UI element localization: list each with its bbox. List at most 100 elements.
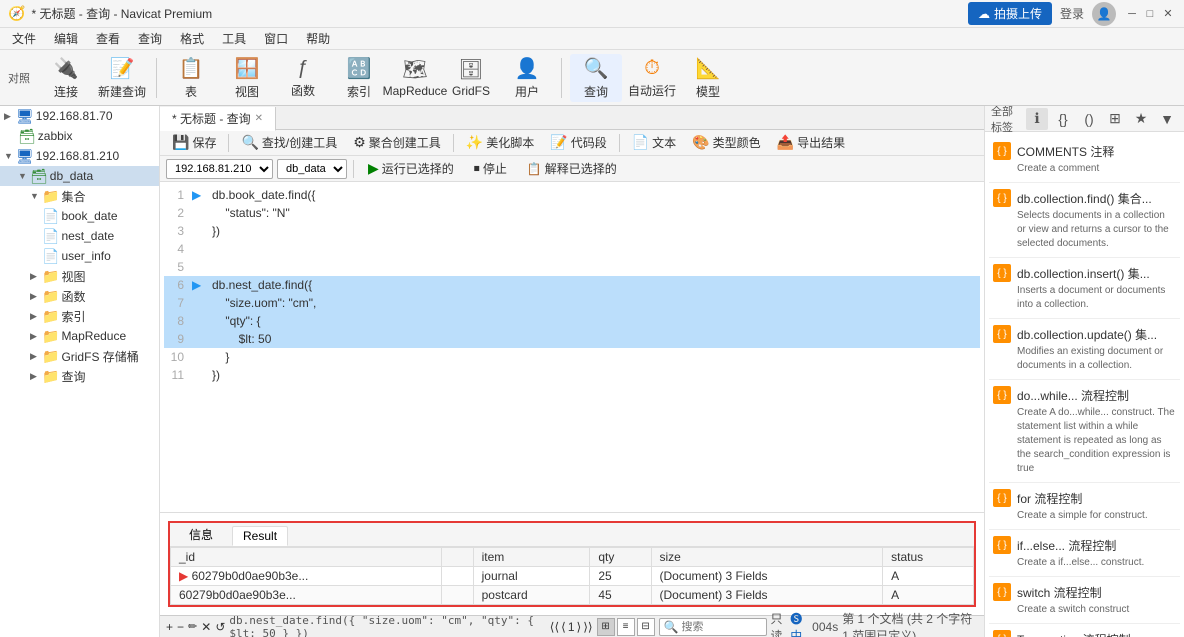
cell-qty: 25 [590, 567, 651, 586]
gridfs-label: GridFS 存储桶 [61, 348, 138, 365]
sidebar-item-view[interactable]: ▶ 📁 视图 [0, 266, 159, 286]
snippet-find[interactable]: { } db.collection.find() 集合... Selects d… [989, 183, 1180, 258]
snippet-header: { } db.collection.find() 集合... [993, 189, 1176, 207]
minimize-btn[interactable]: ─ [1124, 6, 1140, 22]
snippet-dowhile[interactable]: { } do...while... 流程控制 Create A do...whi… [989, 380, 1180, 483]
menu-window[interactable]: 窗口 [256, 28, 296, 49]
toolbar-newquery[interactable]: 📝 新建查询 [96, 54, 148, 102]
result-tab[interactable]: Result [232, 526, 288, 546]
beautify-btn[interactable]: ✨ 美化脚本 [460, 132, 540, 153]
menu-help[interactable]: 帮助 [298, 28, 338, 49]
sidebar-item-query[interactable]: ▶ 📁 查询 [0, 366, 159, 386]
toolbar-model[interactable]: 📐 模型 [682, 54, 734, 102]
code-line-11: 11 }) [164, 366, 980, 384]
sidebar-item-server1[interactable]: ▶ 🖥 192.168.81.70 [0, 106, 159, 126]
user-avatar[interactable]: 👤 [1092, 2, 1116, 26]
save-btn[interactable]: 💾 保存 [166, 132, 222, 153]
toolbar-autorun[interactable]: ⏱ 自动运行 [626, 54, 678, 102]
snippet-ifelse[interactable]: { } if...else... 流程控制 Create a if...else… [989, 530, 1180, 577]
grid-btn-table[interactable]: ⊞ [597, 618, 615, 636]
dropdown-icon-btn[interactable]: ▼ [1156, 108, 1178, 130]
toolbar-edit[interactable]: ✏ [188, 620, 197, 633]
login-label[interactable]: 登录 [1060, 5, 1084, 22]
toolbar-query[interactable]: 🔍 查询 [570, 54, 622, 102]
snippet-update[interactable]: { } db.collection.update() 集... Modifies… [989, 319, 1180, 380]
save-icon: 💾 [172, 134, 189, 151]
sidebar-item-dbdata[interactable]: ▼ 🗃 db_data [0, 166, 159, 186]
snippet-insert[interactable]: { } db.collection.insert() 集... Inserts … [989, 258, 1180, 319]
stop-btn[interactable]: ⏹ 停止 [466, 158, 515, 179]
table-icon-btn[interactable]: ⊞ [1104, 108, 1126, 130]
sidebar-item-zabbix[interactable]: 🗃 zabbix [0, 126, 159, 146]
run-label: 运行已选择的 [382, 160, 454, 177]
sidebar-item-func[interactable]: ▶ 📁 函数 [0, 286, 159, 306]
toolbar-x[interactable]: ✕ [201, 620, 211, 634]
maximize-btn[interactable]: □ [1142, 6, 1158, 22]
code-icon-btn[interactable]: {} [1052, 108, 1074, 130]
export-btn[interactable]: 📤 导出结果 [771, 132, 851, 153]
toolbar-refresh[interactable]: ↺ [215, 620, 225, 634]
toolbar-table[interactable]: 📋 表 [165, 54, 217, 102]
toolbar-remove[interactable]: − [177, 620, 184, 634]
menu-file[interactable]: 文件 [4, 28, 44, 49]
toolbar-add[interactable]: + [166, 620, 173, 634]
sidebar-item-gridfs[interactable]: ▶ 📁 GridFS 存储桶 [0, 346, 159, 366]
sidebar-item-mapreduce[interactable]: ▶ 📁 MapReduce [0, 326, 159, 346]
snippet-for[interactable]: { } for 流程控制 Create a simple for constru… [989, 483, 1180, 530]
query-tab[interactable]: * 无标题 - 查询 ✕ [160, 107, 276, 131]
colorscheme-btn[interactable]: 🎨 类型颜色 [686, 132, 766, 153]
sidebar-item-book-date[interactable]: 📄 book_date [0, 206, 159, 226]
run-btn[interactable]: ▶ 运行已选择的 [360, 158, 462, 179]
snippet-icon: { } [993, 583, 1011, 601]
cell-item: journal [473, 567, 590, 586]
toolbar-gridfs[interactable]: 🗄 GridFS [445, 54, 497, 102]
cloud-upload-btn[interactable]: ☁ 拍摄上传 [968, 2, 1052, 25]
info-icon-btn[interactable]: ℹ [1026, 108, 1048, 130]
sidebar-item-user-info[interactable]: 📄 user_info [0, 246, 159, 266]
db-icon: 🗃 [18, 128, 36, 145]
nav-last[interactable]: ⟩⟩ [583, 620, 592, 634]
nav-next[interactable]: ⟩ [577, 620, 582, 634]
text-btn[interactable]: 📄 文本 [626, 132, 682, 153]
menu-view[interactable]: 查看 [88, 28, 128, 49]
star-icon-btn[interactable]: ★ [1130, 108, 1152, 130]
snippet-desc: Inserts a document or documents into a c… [1017, 284, 1176, 312]
sidebar-item-nest-date[interactable]: 📄 nest_date [0, 226, 159, 246]
explain-btn[interactable]: 📋 解释已选择的 [519, 158, 625, 179]
cell-size: (Document) 3 Fields [651, 586, 883, 605]
info-tab[interactable]: 信息 [178, 523, 224, 546]
search-input[interactable] [682, 621, 762, 633]
tab-close-icon[interactable]: ✕ [255, 113, 263, 124]
toolbar-view[interactable]: 🪟 视图 [221, 54, 273, 102]
code-editor[interactable]: 1 ▶ db.book_date.find({ 2 "status": "N" … [160, 182, 984, 513]
toolbar-mapreduce[interactable]: 🗺 MapReduce [389, 54, 441, 102]
conn-db-select[interactable]: db_data [277, 159, 347, 179]
nav-prev[interactable]: ⟨ [561, 620, 566, 634]
sidebar-item-collection[interactable]: ▼ 📁 集合 [0, 186, 159, 206]
find-tool-btn[interactable]: 🔍 查找/创建工具 [235, 132, 343, 153]
menu-query[interactable]: 查询 [130, 28, 170, 49]
nav-first[interactable]: ⟨⟨ [550, 620, 559, 634]
snippet-comments[interactable]: { } COMMENTS 注释 Create a comment [989, 136, 1180, 183]
sidebar-item-server2[interactable]: ▼ 🖥 192.168.81.210 [0, 146, 159, 166]
code-btn[interactable]: 📝 代码段 [544, 132, 612, 153]
sidebar-item-idx[interactable]: ▶ 📁 索引 [0, 306, 159, 326]
status-left: + − ✏ ✕ ↺ db.nest_date.find({ "size.uom"… [166, 614, 542, 637]
readonly-label: 只读 [771, 610, 787, 637]
snippet-transaction[interactable]: { } Transaction 流程控制 Transaction example… [989, 624, 1180, 637]
toolbar-func[interactable]: ƒ 函数 [277, 54, 329, 102]
grid-btn-gallery[interactable]: ⊟ [637, 618, 655, 636]
menu-tools[interactable]: 工具 [214, 28, 254, 49]
toolbar-connect[interactable]: 🔌 连接 [40, 54, 92, 102]
status-text: db.nest_date.find({ "size.uom": "cm", "q… [229, 614, 541, 637]
toolbar-user[interactable]: 👤 用户 [501, 54, 553, 102]
toolbar-index[interactable]: 🔠 索引 [333, 54, 385, 102]
conn-server-select[interactable]: 192.168.81.210 [166, 159, 273, 179]
paren-icon-btn[interactable]: () [1078, 108, 1100, 130]
close-btn[interactable]: ✕ [1160, 6, 1176, 22]
snippet-switch[interactable]: { } switch 流程控制 Create a switch construc… [989, 577, 1180, 624]
grid-btn-list[interactable]: ≡ [617, 618, 635, 636]
menu-format[interactable]: 格式 [172, 28, 212, 49]
aggregate-btn[interactable]: ⚙ 聚合创建工具 [347, 132, 447, 153]
menu-edit[interactable]: 编辑 [46, 28, 86, 49]
